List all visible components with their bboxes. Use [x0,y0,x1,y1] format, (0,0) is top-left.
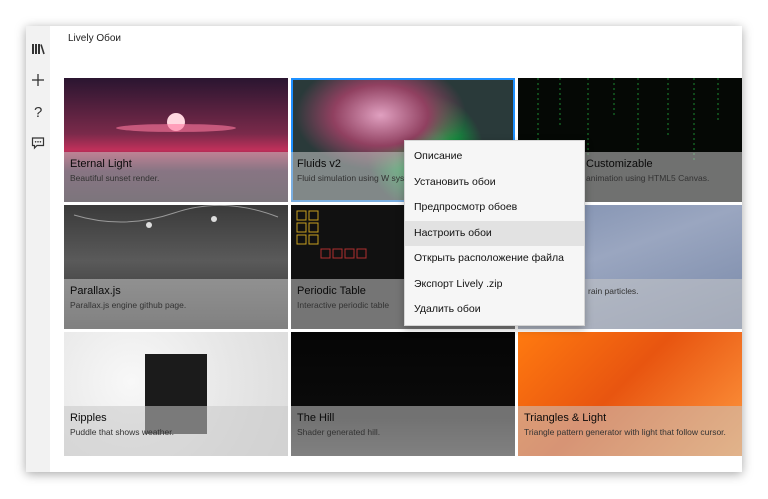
tile-title: Triangles & Light [524,412,607,424]
plus-icon[interactable] [28,69,48,91]
wallpaper-tile[interactable]: Ripples Puddle that shows weather. [64,332,288,456]
sidebar: ? [26,26,50,472]
app-window: ? Lively Обои Eternal Light Beautiful su… [26,26,742,472]
wallpaper-grid: Eternal Light Beautiful sunset render. F… [64,78,742,458]
context-menu: Описание Установить обои Предпросмотр об… [404,140,585,326]
tile-caption: Triangles & Light Triangle pattern gener… [518,406,742,456]
svg-text:?: ? [34,104,42,120]
library-icon[interactable] [28,38,48,60]
tile-description: Shader generated hill. [297,427,381,437]
tile-title: The Hill [297,412,335,424]
wallpaper-tile[interactable]: Eternal Light Beautiful sunset render. [64,78,288,202]
tile-description: Puddle that shows weather. [70,427,174,437]
app-title: Lively Обои [68,33,121,44]
menu-item-open-location[interactable]: Открыть расположение файла [405,246,584,272]
wallpaper-tile[interactable]: The Hill Shader generated hill. [291,332,515,456]
help-icon[interactable]: ? [28,101,48,123]
tile-title: Ripples [70,412,107,424]
tile-description: Beautiful sunset render. [70,173,160,183]
tile-caption: The Hill Shader generated hill. [291,406,515,456]
feedback-icon[interactable] [28,132,48,154]
tile-caption: Ripples Puddle that shows weather. [64,406,288,456]
menu-item-export-zip[interactable]: Экспорт Lively .zip [405,272,584,298]
menu-item-delete[interactable]: Удалить обои [405,297,584,323]
menu-item-preview[interactable]: Предпросмотр обоев [405,195,584,221]
menu-item-description[interactable]: Описание [405,144,584,170]
tile-description: Parallax.js engine github page. [70,300,187,310]
tile-title: Eternal Light [70,158,132,170]
tile-caption: Eternal Light Beautiful sunset render. [64,152,288,202]
tile-caption: Parallax.js Parallax.js engine github pa… [64,279,288,329]
menu-item-customize[interactable]: Настроить обои [405,220,584,246]
menu-item-set-wallpaper[interactable]: Установить обои [405,170,584,196]
wallpaper-tile[interactable]: Parallax.js Parallax.js engine github pa… [64,205,288,329]
tile-description: Triangle pattern generator with light th… [524,427,726,437]
tile-title: Parallax.js [70,285,121,297]
wallpaper-tile[interactable]: Triangles & Light Triangle pattern gener… [518,332,742,456]
